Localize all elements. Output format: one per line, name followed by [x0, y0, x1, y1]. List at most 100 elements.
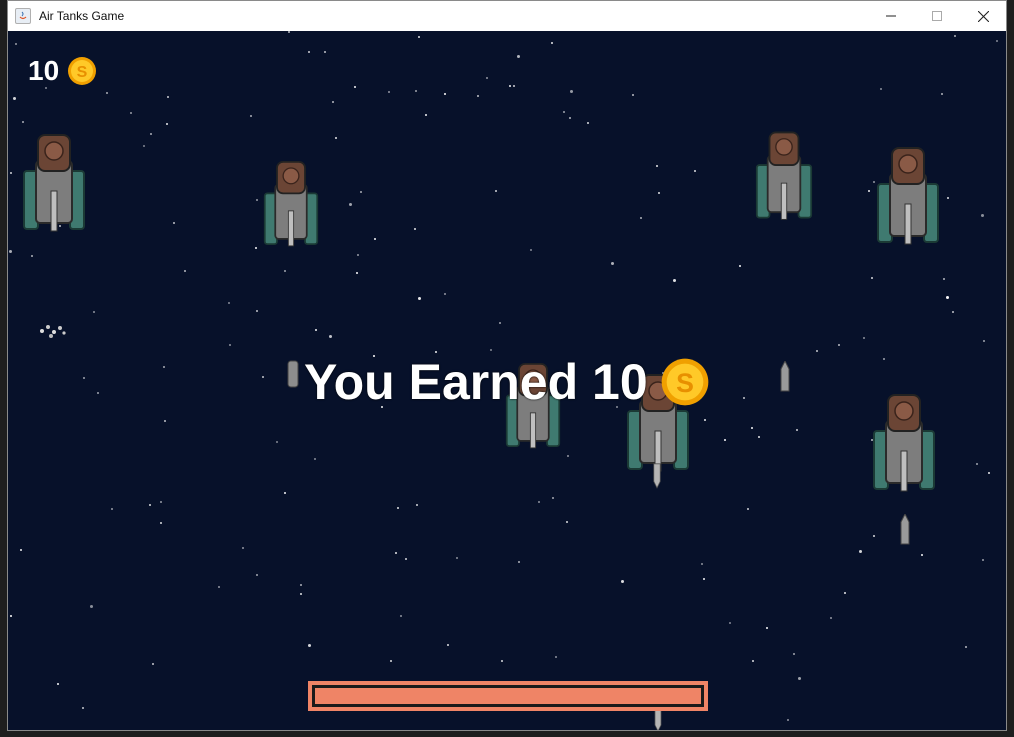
star: [873, 181, 875, 183]
star: [724, 439, 726, 441]
star: [106, 92, 108, 94]
star: [82, 707, 84, 709]
star: [332, 101, 334, 103]
star: [262, 376, 264, 378]
star: [149, 504, 151, 506]
star: [704, 419, 706, 421]
star: [456, 557, 458, 559]
enemy-tank: [755, 131, 813, 221]
star: [395, 552, 397, 554]
star: [9, 250, 12, 253]
star: [242, 547, 244, 549]
star: [152, 663, 154, 665]
star: [509, 85, 511, 87]
star: [218, 586, 220, 588]
window-controls: [868, 1, 1006, 31]
star: [447, 644, 449, 646]
star: [405, 558, 407, 560]
star: [356, 272, 358, 274]
star: [418, 36, 420, 38]
star: [160, 522, 162, 524]
reward-banner: You Earned 10 S: [304, 353, 710, 411]
star: [830, 617, 832, 619]
star: [729, 622, 731, 624]
star: [163, 366, 165, 368]
star: [308, 51, 310, 53]
star: [388, 91, 390, 93]
bullet: [287, 360, 299, 388]
close-button[interactable]: [960, 1, 1006, 31]
minimize-icon: [886, 15, 896, 17]
star: [276, 441, 278, 443]
star: [996, 40, 998, 42]
star: [374, 238, 376, 240]
star: [150, 133, 152, 135]
star: [111, 508, 113, 510]
star: [143, 145, 145, 147]
star: [477, 95, 479, 97]
star: [288, 31, 290, 33]
star: [552, 497, 554, 499]
star: [255, 247, 257, 249]
svg-text:S: S: [77, 64, 88, 81]
maximize-button[interactable]: [914, 1, 960, 31]
star: [444, 93, 446, 95]
bullet: [900, 514, 910, 545]
star: [10, 615, 12, 617]
star: [863, 337, 865, 339]
star: [566, 521, 568, 523]
star: [349, 203, 352, 206]
star: [300, 584, 302, 586]
star: [444, 293, 446, 295]
star: [184, 270, 186, 272]
star: [555, 656, 557, 658]
star: [758, 436, 760, 438]
star: [611, 262, 614, 265]
star: [335, 137, 337, 139]
star: [883, 358, 885, 360]
star: [284, 492, 286, 494]
star: [415, 90, 417, 92]
star: [130, 112, 132, 114]
star: [673, 279, 676, 282]
game-canvas[interactable]: 10 S You Earned 10 S: [8, 31, 1006, 730]
star: [499, 322, 501, 324]
star: [982, 559, 984, 561]
star: [538, 501, 540, 503]
star: [414, 228, 416, 230]
star: [793, 653, 795, 655]
star: [751, 427, 753, 429]
star: [563, 111, 565, 113]
star: [694, 170, 696, 172]
enemy-tank: [877, 147, 939, 245]
star: [45, 87, 47, 89]
star: [416, 504, 418, 506]
minimize-button[interactable]: [868, 1, 914, 31]
star: [308, 644, 311, 647]
bullet: [653, 463, 661, 489]
star: [160, 501, 162, 503]
enemy-tank: [23, 134, 85, 232]
star: [425, 114, 427, 116]
health-bar: [308, 681, 708, 711]
star: [983, 340, 985, 342]
star: [946, 296, 949, 299]
title-bar[interactable]: Air Tanks Game: [8, 1, 1006, 31]
star: [354, 86, 356, 88]
star: [981, 214, 984, 217]
star: [947, 197, 949, 199]
star: [173, 222, 175, 224]
star: [495, 190, 497, 192]
star: [868, 190, 870, 192]
star: [314, 458, 316, 460]
star: [954, 35, 956, 37]
debris: [40, 325, 66, 338]
star: [844, 592, 846, 594]
game-window: Air Tanks Game 10 S You Earned 10 S: [7, 0, 1007, 731]
coin-counter: 10 S: [28, 55, 97, 87]
star: [20, 549, 22, 551]
star: [166, 123, 168, 125]
star: [880, 88, 882, 90]
star: [486, 77, 488, 79]
star: [250, 115, 252, 117]
